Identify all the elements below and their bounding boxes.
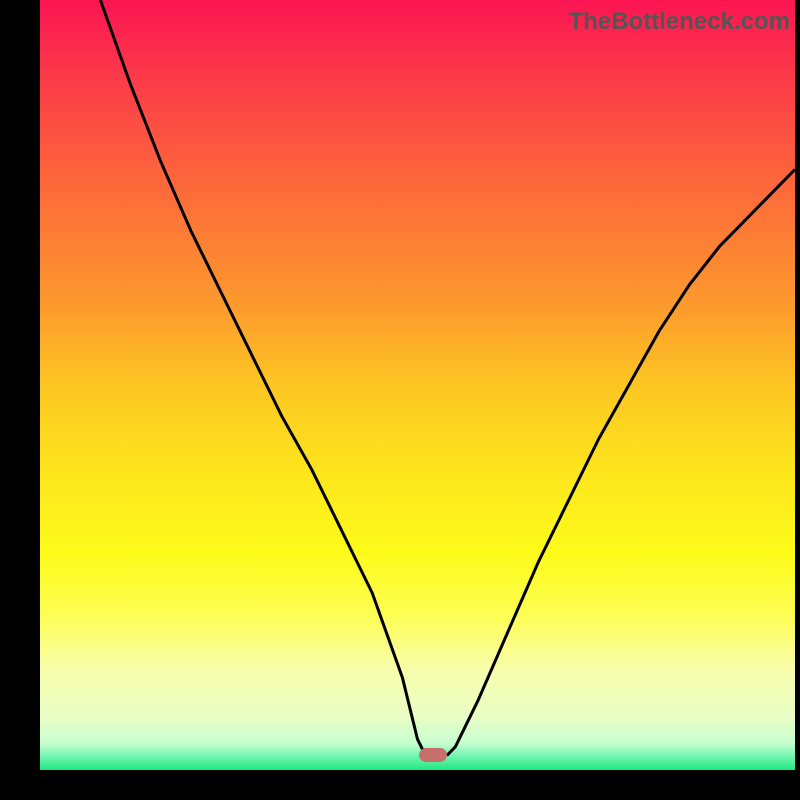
chart-container: TheBottleneck.com [0, 0, 800, 800]
watermark-text: TheBottleneck.com [569, 8, 790, 36]
frame-left [0, 0, 40, 800]
optimum-marker [419, 748, 447, 762]
frame-right [795, 0, 800, 800]
bottleneck-curve [40, 0, 795, 770]
frame-bottom [0, 770, 800, 800]
plot-area [40, 0, 795, 770]
